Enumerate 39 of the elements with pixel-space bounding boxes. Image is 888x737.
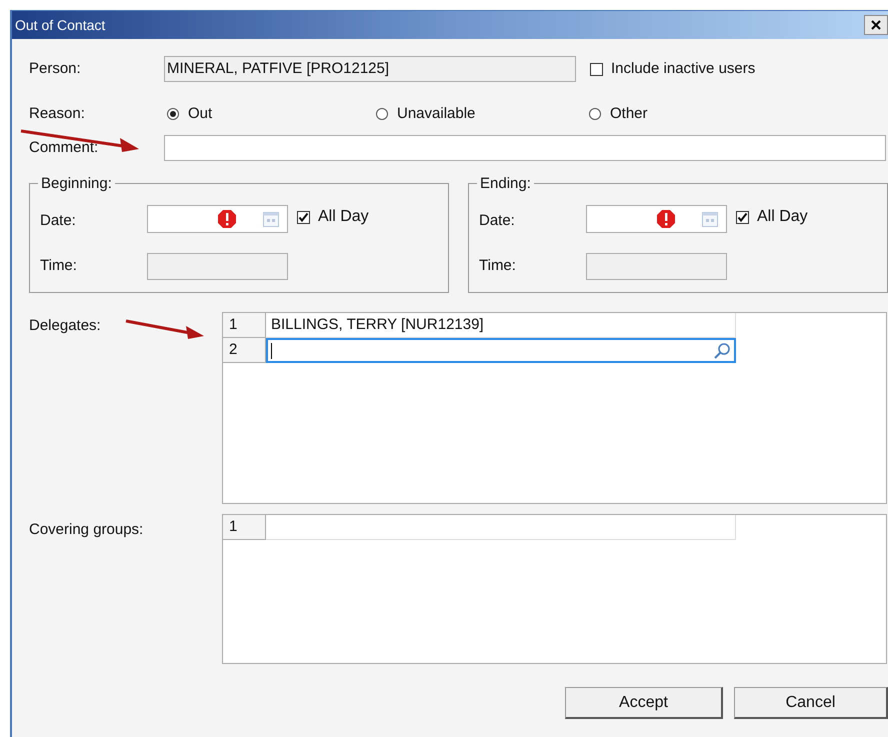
date-field[interactable] bbox=[147, 205, 288, 233]
person-field: MINERAL, PATFIVE [PRO12125] bbox=[164, 56, 576, 82]
checkbox[interactable] bbox=[736, 210, 749, 224]
comment-label: Comment: bbox=[29, 138, 98, 156]
checkbox-label: Include inactive users bbox=[611, 58, 756, 79]
error-icon bbox=[217, 209, 237, 229]
radio-label: Other bbox=[610, 104, 648, 124]
row-number: 2 bbox=[223, 338, 266, 363]
delegates-label: Delegates: bbox=[29, 317, 101, 334]
radio-label: Unavailable bbox=[397, 104, 476, 124]
search-field[interactable] bbox=[266, 338, 736, 363]
date-label: Date: bbox=[40, 211, 77, 231]
comment-field[interactable] bbox=[164, 135, 886, 161]
checkbox[interactable] bbox=[297, 210, 310, 224]
date-label: Date: bbox=[479, 211, 516, 231]
time-label: Time: bbox=[479, 256, 517, 276]
radio-label: Out bbox=[188, 104, 212, 124]
person-label: Person: bbox=[29, 58, 82, 79]
time-label: Time: bbox=[40, 256, 78, 276]
radio-button[interactable] bbox=[589, 108, 601, 120]
radio-button[interactable] bbox=[167, 108, 179, 120]
covering-groups-label: Covering groups: bbox=[29, 521, 144, 538]
checkbox[interactable] bbox=[590, 62, 603, 76]
checkbox-label: All Day bbox=[757, 207, 808, 227]
row-number: 1 bbox=[223, 515, 266, 540]
reason-label: Reason: bbox=[29, 104, 86, 124]
search-icon[interactable] bbox=[713, 342, 731, 360]
date-field[interactable] bbox=[586, 205, 727, 233]
close-icon bbox=[871, 20, 881, 30]
window-title: Out of Contact bbox=[15, 16, 106, 34]
table-cell[interactable] bbox=[266, 515, 736, 540]
checkbox-label: All Day bbox=[318, 207, 369, 227]
dialog-button[interactable]: Accept bbox=[565, 687, 723, 719]
dialog-button[interactable]: Cancel bbox=[734, 687, 888, 719]
table-cell[interactable]: BILLINGS, TERRY [NUR12139] bbox=[266, 313, 736, 338]
radio-button[interactable] bbox=[376, 108, 388, 120]
close-button[interactable] bbox=[864, 15, 888, 35]
row-number: 1 bbox=[223, 313, 266, 338]
error-icon bbox=[656, 209, 676, 229]
